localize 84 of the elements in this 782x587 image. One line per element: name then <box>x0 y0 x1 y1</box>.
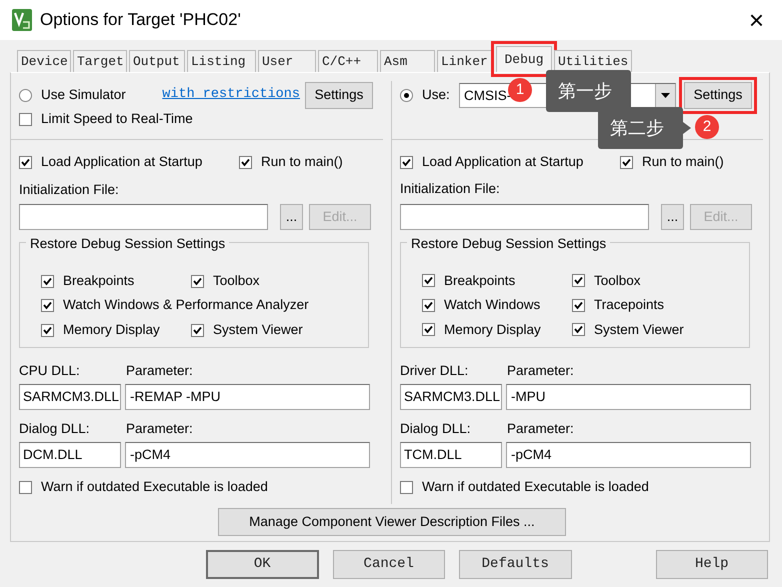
checkbox-label: Breakpoints <box>444 272 516 290</box>
callout-label: 第一步 <box>546 70 631 112</box>
tab[interactable]: Listing <box>187 50 256 72</box>
radio-label: Use: <box>422 86 451 104</box>
field-label: CPU DLL: <box>19 362 81 380</box>
field-label: Dialog DLL: <box>19 420 91 438</box>
window-title: Options for Target 'PHC02' <box>40 9 241 32</box>
parameter-field[interactable]: -MPU <box>506 384 751 410</box>
field-label: Driver DLL: <box>400 362 470 380</box>
file-input-field[interactable] <box>19 204 268 230</box>
checkbox[interactable] <box>572 274 585 288</box>
checkbox-label: Watch Windows <box>444 296 540 314</box>
checkbox-label: Run to main() <box>261 153 343 172</box>
field-label: Parameter: <box>507 420 574 438</box>
settings-button[interactable]: Settings <box>305 82 373 108</box>
close-button[interactable]: × <box>748 7 764 33</box>
tab[interactable]: Device <box>17 50 71 72</box>
tab[interactable]: C/C++ <box>318 50 378 72</box>
checkbox-label: Breakpoints <box>63 272 134 290</box>
field-label: Parameter: <box>507 362 574 380</box>
dialog-button[interactable]: Cancel <box>332 550 446 579</box>
checkbox[interactable] <box>620 156 633 169</box>
checkbox[interactable] <box>41 274 54 288</box>
checkbox-label: Memory Display <box>63 320 160 339</box>
tab[interactable]: Asm <box>380 50 435 72</box>
field-label: Parameter: <box>126 362 193 380</box>
dll-field[interactable]: SARMCM3.DLL <box>19 384 121 410</box>
checkbox[interactable] <box>41 299 54 312</box>
parameter-field[interactable]: -pCM4 <box>125 442 370 468</box>
field-label: Parameter: <box>126 420 193 438</box>
checkbox[interactable] <box>19 156 32 169</box>
field-label: Initialization File: <box>19 180 120 198</box>
checkbox[interactable] <box>400 480 413 494</box>
tab[interactable]: Output <box>129 50 185 72</box>
restrictions-link[interactable]: with restrictions <box>162 84 300 106</box>
settings-button[interactable]: Settings <box>684 82 752 108</box>
checkbox[interactable] <box>400 156 413 169</box>
radio-button[interactable] <box>19 88 32 102</box>
dialog-button[interactable]: Help <box>656 550 768 579</box>
checkbox-label: Tracepoints <box>594 296 664 314</box>
checkbox[interactable] <box>572 298 585 312</box>
checkbox-label: Toolbox <box>213 272 260 290</box>
field-label: Dialog DLL: <box>400 420 472 438</box>
tab[interactable]: Target <box>73 50 127 72</box>
browse-button[interactable]: ... <box>280 204 303 230</box>
field-label: Initialization File: <box>400 180 501 198</box>
checkbox-label: Memory Display <box>444 320 541 339</box>
tab[interactable]: User <box>258 50 316 72</box>
checkbox[interactable] <box>239 156 252 169</box>
parameter-field[interactable]: -REMAP -MPU <box>125 384 370 410</box>
radio-button[interactable] <box>400 88 413 102</box>
checkbox[interactable] <box>19 112 32 126</box>
dialog-button[interactable]: OK <box>206 550 319 579</box>
checkbox[interactable] <box>191 274 204 288</box>
parameter-field[interactable]: -pCM4 <box>506 442 751 468</box>
checkbox-label: Limit Speed to Real-Time <box>41 110 193 128</box>
checkbox-label: Load Application at Startup <box>41 153 202 172</box>
checkbox-label: Run to main() <box>642 153 724 171</box>
checkbox[interactable] <box>572 323 585 336</box>
checkbox[interactable] <box>422 274 435 288</box>
checkbox-label: Warn if outdated Executable is loaded <box>41 478 268 496</box>
manage-button[interactable]: Manage Component Viewer Description Files ... <box>218 508 566 536</box>
tab[interactable]: Linker <box>437 50 494 72</box>
checkbox-label: Warn if outdated Executable is loaded <box>422 478 649 496</box>
checkbox[interactable] <box>19 480 32 494</box>
checkbox-label: System Viewer <box>594 320 684 339</box>
checkbox-label: System Viewer <box>213 320 303 339</box>
checkbox[interactable] <box>41 324 54 336</box>
checkbox[interactable] <box>191 324 204 336</box>
dialog-button[interactable]: Defaults <box>459 550 572 579</box>
callout-label: 第二步 <box>598 107 683 149</box>
checkbox[interactable] <box>422 323 435 336</box>
browse-button[interactable]: ... <box>661 204 684 230</box>
file-input-field[interactable] <box>400 204 649 230</box>
dll-field[interactable]: TCM.DLL <box>400 442 502 468</box>
radio-label: Use Simulator <box>41 86 127 104</box>
app-logo-icon <box>12 9 32 31</box>
tab[interactable]: Utilities <box>554 50 632 72</box>
dll-field[interactable]: DCM.DLL <box>19 442 121 468</box>
dll-field[interactable]: SARMCM3.DLL <box>400 384 502 410</box>
checkbox[interactable] <box>422 298 435 312</box>
checkbox-label: Load Application at Startup <box>422 153 584 171</box>
checkbox-label: Watch Windows & Performance Analyzer <box>63 296 309 314</box>
checkbox-label: Toolbox <box>594 272 641 290</box>
